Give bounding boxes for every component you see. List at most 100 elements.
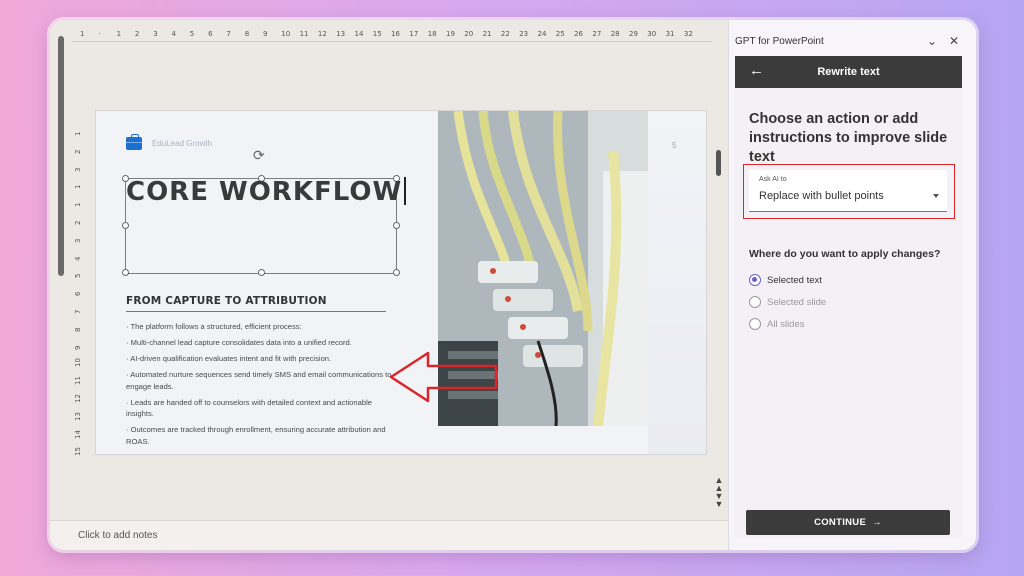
slide-nav-arrows[interactable]: ▲ ▲ ▼ ▼ [714,476,724,509]
close-icon[interactable]: ✕ [949,34,959,48]
bullet-item: · The platform follows a structured, eff… [126,322,302,331]
radio-button[interactable] [749,318,761,330]
slide-title-text[interactable]: CORE WORKFLOW [126,177,402,207]
radio-selected-text[interactable]: Selected text [749,274,822,286]
ruler-mark: 30 [647,30,657,38]
ruler-mark: 10 [281,30,291,38]
bullet-list[interactable]: · The platform follows a structured, eff… [126,321,394,452]
gpt-side-pane: GPT for PowerPoint ⌄ ✕ ← Rewrite text Ch… [728,20,976,550]
ruler-mark: 3 [153,30,158,38]
slide-brand: EduLead Growth [126,134,213,150]
arrow-right-icon[interactable]: → [872,517,882,528]
ruler-mark: 17 [409,30,419,38]
dropdown-caret-icon[interactable] [933,194,939,198]
ruler-mark: 7 [226,30,231,38]
ruler-mark: 11 [299,30,309,38]
radio-label[interactable]: Selected slide [767,297,826,308]
ruler-mark: 16 [391,30,401,38]
ruler-mark: 14 [74,429,82,439]
ruler-mark: 18 [427,30,437,38]
ruler-mark: 2 [74,220,82,225]
ruler-mark: 2 [134,30,140,38]
resize-handle-bottom-left[interactable] [122,269,129,276]
ruler-mark: 26 [574,30,584,38]
ruler-mark: 10 [74,358,82,368]
radio-button[interactable] [749,274,761,286]
bullet-item: · Automated nurture sequences send timel… [126,370,392,391]
notes-pane[interactable]: Click to add notes [50,520,728,550]
ruler-mark: 31 [665,30,675,38]
pane-app-title: GPT for PowerPoint [735,36,824,47]
app-window: 1 · 1 2 3 4 5 6 7 8 9 10 11 12 13 14 15 16 17 18 19 20 21 22 23 2… [50,20,976,550]
ruler-mark: 20 [464,30,474,38]
resize-handle-left[interactable] [122,222,129,229]
continue-label[interactable]: CONTINUE [814,517,866,528]
dropdown-value[interactable]: Replace with bullet points [759,190,884,202]
brand-name: EduLead Growth [152,139,213,148]
ruler-mark: 9 [263,30,268,38]
ruler-mark: 14 [354,30,364,38]
ruler-mark: 22 [500,30,510,38]
notes-placeholder[interactable]: Click to add notes [78,530,158,541]
slide-background-panel [648,111,706,454]
ruler-mark: 3 [74,238,82,243]
ruler-mark: 1 [74,184,82,190]
slide-title[interactable]: CORE WORKFLOW [126,177,406,207]
chevron-down-icon[interactable]: ⌄ [927,34,937,48]
pane-header-title: Rewrite text [817,66,880,78]
prompt-heading: Choose an action or add instructions to … [749,111,948,165]
ruler-mark: 6 [208,30,213,38]
ruler-mark: 7 [74,309,82,314]
ruler-mark: 12 [74,394,82,403]
slide-number: 5 [672,141,677,150]
radio-label[interactable]: All slides [767,319,805,330]
ruler-mark: 24 [537,30,547,38]
ask-ai-dropdown[interactable]: Ask AI to Replace with bullet points [749,170,947,212]
ruler-mark: 13 [74,411,82,421]
ruler-mark: 12 [317,30,327,38]
rotate-handle-icon[interactable]: ⟳ [253,147,265,164]
ruler-mark: 1 [74,202,82,208]
ruler-mark: 25 [555,30,565,38]
radio-label[interactable]: Selected text [767,275,822,286]
bullet-item: · AI-driven qualification evaluates inte… [126,354,332,364]
pane-header: ← Rewrite text [735,56,962,88]
ruler-mark: 19 [446,30,455,38]
radio-selected-slide[interactable]: Selected slide [749,296,826,308]
briefcase-icon [126,134,142,150]
ruler-mark: 11 [74,376,82,386]
text-caret [404,177,406,205]
ruler-mark: 9 [74,345,82,350]
resize-handle-bottom[interactable] [258,269,265,276]
ruler-mark: 1 [74,131,82,136]
ruler-mark: 21 [482,30,492,38]
ruler-mark: 28 [610,30,620,38]
left-scrollbar[interactable] [58,36,64,276]
ruler-mark: 32 [683,30,693,38]
resize-handle-bottom-right[interactable] [393,269,400,276]
radio-all-slides[interactable]: All slides [749,318,805,330]
slide-subheading[interactable]: FROM CAPTURE TO ATTRIBUTION [126,295,386,312]
next-slide-icon[interactable]: ▼ [714,500,724,509]
red-arrow-annotation [389,351,498,403]
resize-handle-right[interactable] [393,222,400,229]
dropdown-label: Ask AI to [759,176,787,183]
ruler-mark: 13 [336,30,346,38]
slide-scroll-thumb[interactable] [716,150,721,176]
apply-question: Where do you want to apply changes? [749,248,941,260]
continue-button[interactable]: CONTINUE → [746,510,950,535]
ruler-mark: 6 [74,291,82,297]
ruler-mark: 1 [116,30,122,38]
ruler-mark: 23 [519,30,529,38]
ruler-mark: 27 [592,30,602,38]
ruler-mark: 3 [74,167,82,172]
ruler-mark: 5 [74,273,82,279]
horizontal-ruler: 1 · 1 2 3 4 5 6 7 8 9 10 11 12 13 14 15 16 17 18 19 20 21 22 23 2… [72,28,712,42]
vertical-ruler: 1 2 3 1 1 2 3 4 5 6 7 8 9 10 11 12 13 14 15 [72,118,84,458]
back-arrow-icon[interactable]: ← [749,62,764,79]
ruler-mark: 29 [629,30,638,38]
slide-editor[interactable]: 1 · 1 2 3 4 5 6 7 8 9 10 11 12 13 14 15 16 17 18 19 20 21 22 23 2… [50,20,728,550]
bullet-item: · Multi-channel lead capture consolidate… [126,338,352,348]
ruler-mark: 15 [372,30,382,38]
radio-button[interactable] [749,296,761,308]
